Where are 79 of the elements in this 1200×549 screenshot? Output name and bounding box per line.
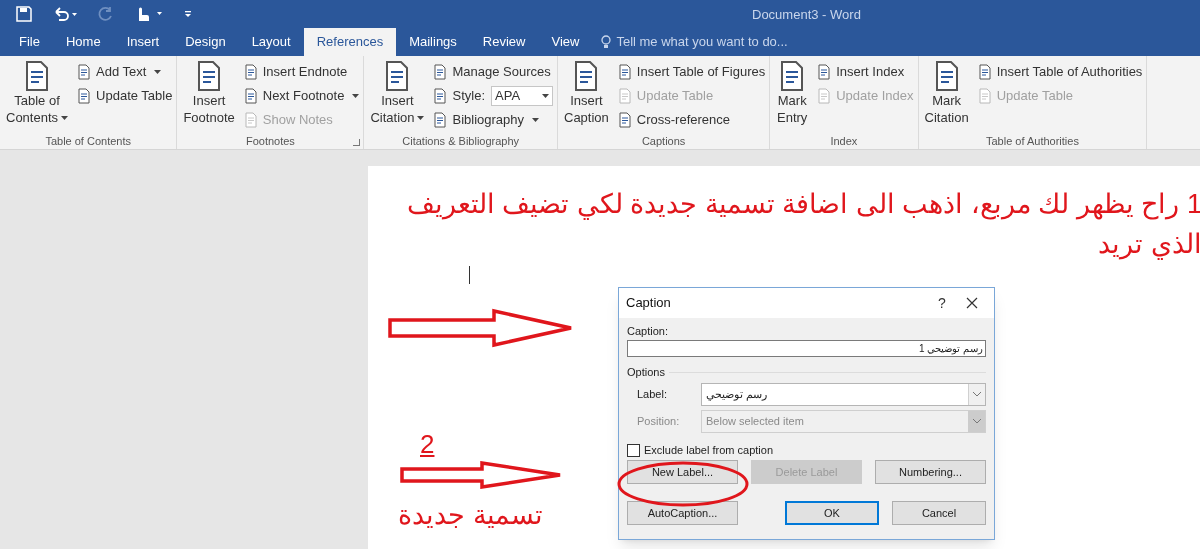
- ribbon-button[interactable]: Bibliography: [432, 108, 553, 131]
- ribbon-button[interactable]: Insert Citation: [368, 60, 427, 134]
- instruction-text: 1 راح يظهر لك مربع، اذهب الى اضافة تسمية جديدة لكي تضيف التعريف الذي تريد: [405, 188, 1200, 262]
- dialog-button[interactable]: Numbering...: [875, 460, 986, 484]
- document-icon: [616, 87, 633, 104]
- ribbon-tab[interactable]: Layout: [238, 28, 304, 56]
- caret-icon: [352, 93, 360, 98]
- ribbon-button[interactable]: Insert Table of Authorities: [976, 60, 1143, 83]
- document-icon: [242, 63, 259, 80]
- text-cursor-icon: [468, 266, 471, 284]
- tell-me-field[interactable]: Tell me what you want to do...: [592, 28, 788, 56]
- style-dropdown[interactable]: APA: [491, 85, 553, 106]
- caret-icon: [154, 69, 162, 74]
- document-icon: [242, 111, 259, 128]
- ribbon-tab[interactable]: View: [538, 28, 593, 56]
- checkbox[interactable]: [627, 444, 640, 457]
- document-icon: [816, 87, 833, 104]
- group-label: Captions: [640, 134, 687, 148]
- ribbon-button[interactable]: Manage Sources: [432, 60, 553, 83]
- checkbox-label: Exclude label from caption: [644, 444, 773, 457]
- step-caption: تسمية جديدة: [398, 499, 543, 532]
- document-icon: [976, 87, 993, 104]
- group-label: Table of Contents: [44, 134, 132, 148]
- dropdown-field[interactable]: رسم توضيحي: [701, 383, 986, 406]
- dialog-title: Caption: [626, 294, 672, 313]
- ribbon-tab[interactable]: Mailings: [396, 28, 470, 56]
- ribbon-button[interactable]: Table of Contents: [4, 60, 71, 134]
- caret-icon: [61, 115, 69, 120]
- group-label: Footnotes: [244, 134, 296, 148]
- document-icon: [76, 87, 93, 104]
- group-label: Citations & Bibliography: [401, 134, 521, 148]
- dialog-button[interactable]: OK: [785, 501, 879, 525]
- ribbon-tab[interactable]: Home: [52, 28, 114, 56]
- ribbon-button[interactable]: Add Text: [76, 60, 173, 83]
- lightbulb-icon: [600, 35, 613, 49]
- ribbon-button[interactable]: Insert Footnote: [181, 60, 237, 134]
- document-icon: [616, 63, 633, 80]
- ribbon-button[interactable]: Insert Endnote: [242, 60, 360, 83]
- caret-icon: [542, 93, 549, 98]
- ribbon-button[interactable]: Mark Citation: [922, 60, 971, 134]
- ribbon-tab[interactable]: Insert: [113, 28, 173, 56]
- group-label: Index: [829, 134, 859, 148]
- ribbon-button[interactable]: Next Footnote: [242, 84, 360, 107]
- ribbon-button[interactable]: Mark Entry: [774, 60, 811, 134]
- ribbon-tab[interactable]: References: [303, 28, 397, 56]
- ribbon-tab[interactable]: Design: [172, 28, 239, 56]
- document-icon: [432, 111, 449, 128]
- caret-icon: [417, 115, 425, 120]
- document-icon: [432, 63, 449, 80]
- help-button[interactable]: ?: [927, 292, 957, 314]
- group-label: Table of Authorities: [985, 134, 1080, 148]
- ribbon-button[interactable]: Style: APA: [432, 84, 553, 107]
- customize-toolbar-icon[interactable]: [184, 10, 192, 18]
- document-icon: [242, 87, 259, 104]
- step-number: 2: [420, 430, 435, 458]
- caret-icon: [532, 117, 540, 122]
- dialog-launcher-icon[interactable]: [353, 139, 361, 146]
- dialog-button[interactable]: Cancel: [892, 501, 986, 525]
- caption-field[interactable]: رسم توضيحي 1: [627, 340, 986, 357]
- ribbon-tab[interactable]: Review: [469, 28, 539, 56]
- ribbon-button[interactable]: Insert Caption: [562, 60, 611, 134]
- ribbon-button[interactable]: Insert Table of Figures: [616, 60, 766, 83]
- ribbon-button[interactable]: Update Table: [76, 84, 173, 107]
- section-label: Options: [627, 365, 665, 379]
- undo-icon[interactable]: [52, 6, 78, 22]
- ribbon-tab[interactable]: File: [6, 28, 53, 56]
- window-title: Document3 - Word: [752, 6, 861, 24]
- document-icon: [76, 63, 93, 80]
- ribbon-button[interactable]: Insert Index: [816, 60, 914, 83]
- field-label: Position:: [637, 414, 681, 430]
- field-label: Caption:: [627, 324, 669, 338]
- document-icon: [616, 111, 633, 128]
- document-icon: [816, 63, 833, 80]
- document-icon: [432, 87, 449, 104]
- ribbon-button[interactable]: Cross-reference: [616, 108, 766, 131]
- dialog-button[interactable]: AutoCaption...: [627, 501, 738, 525]
- field-label: Label:: [637, 387, 668, 403]
- save-icon[interactable]: [16, 6, 32, 22]
- document-icon: [976, 63, 993, 80]
